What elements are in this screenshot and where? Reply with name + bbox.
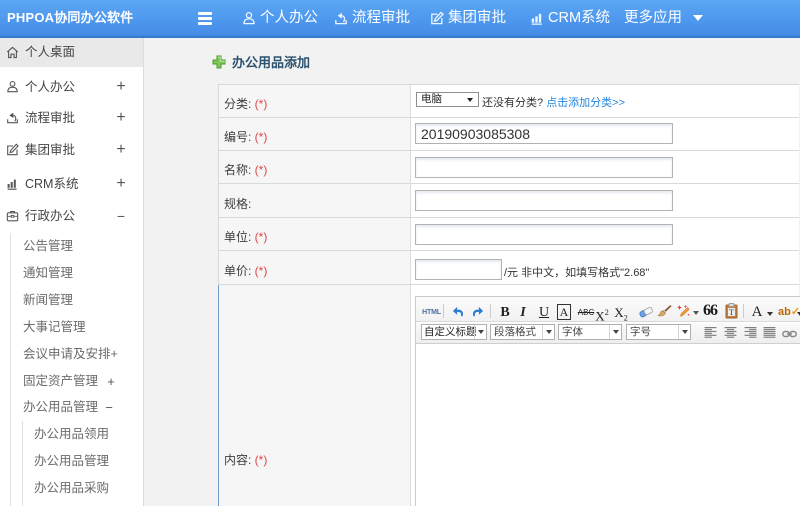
svg-text:T: T [729,308,734,317]
